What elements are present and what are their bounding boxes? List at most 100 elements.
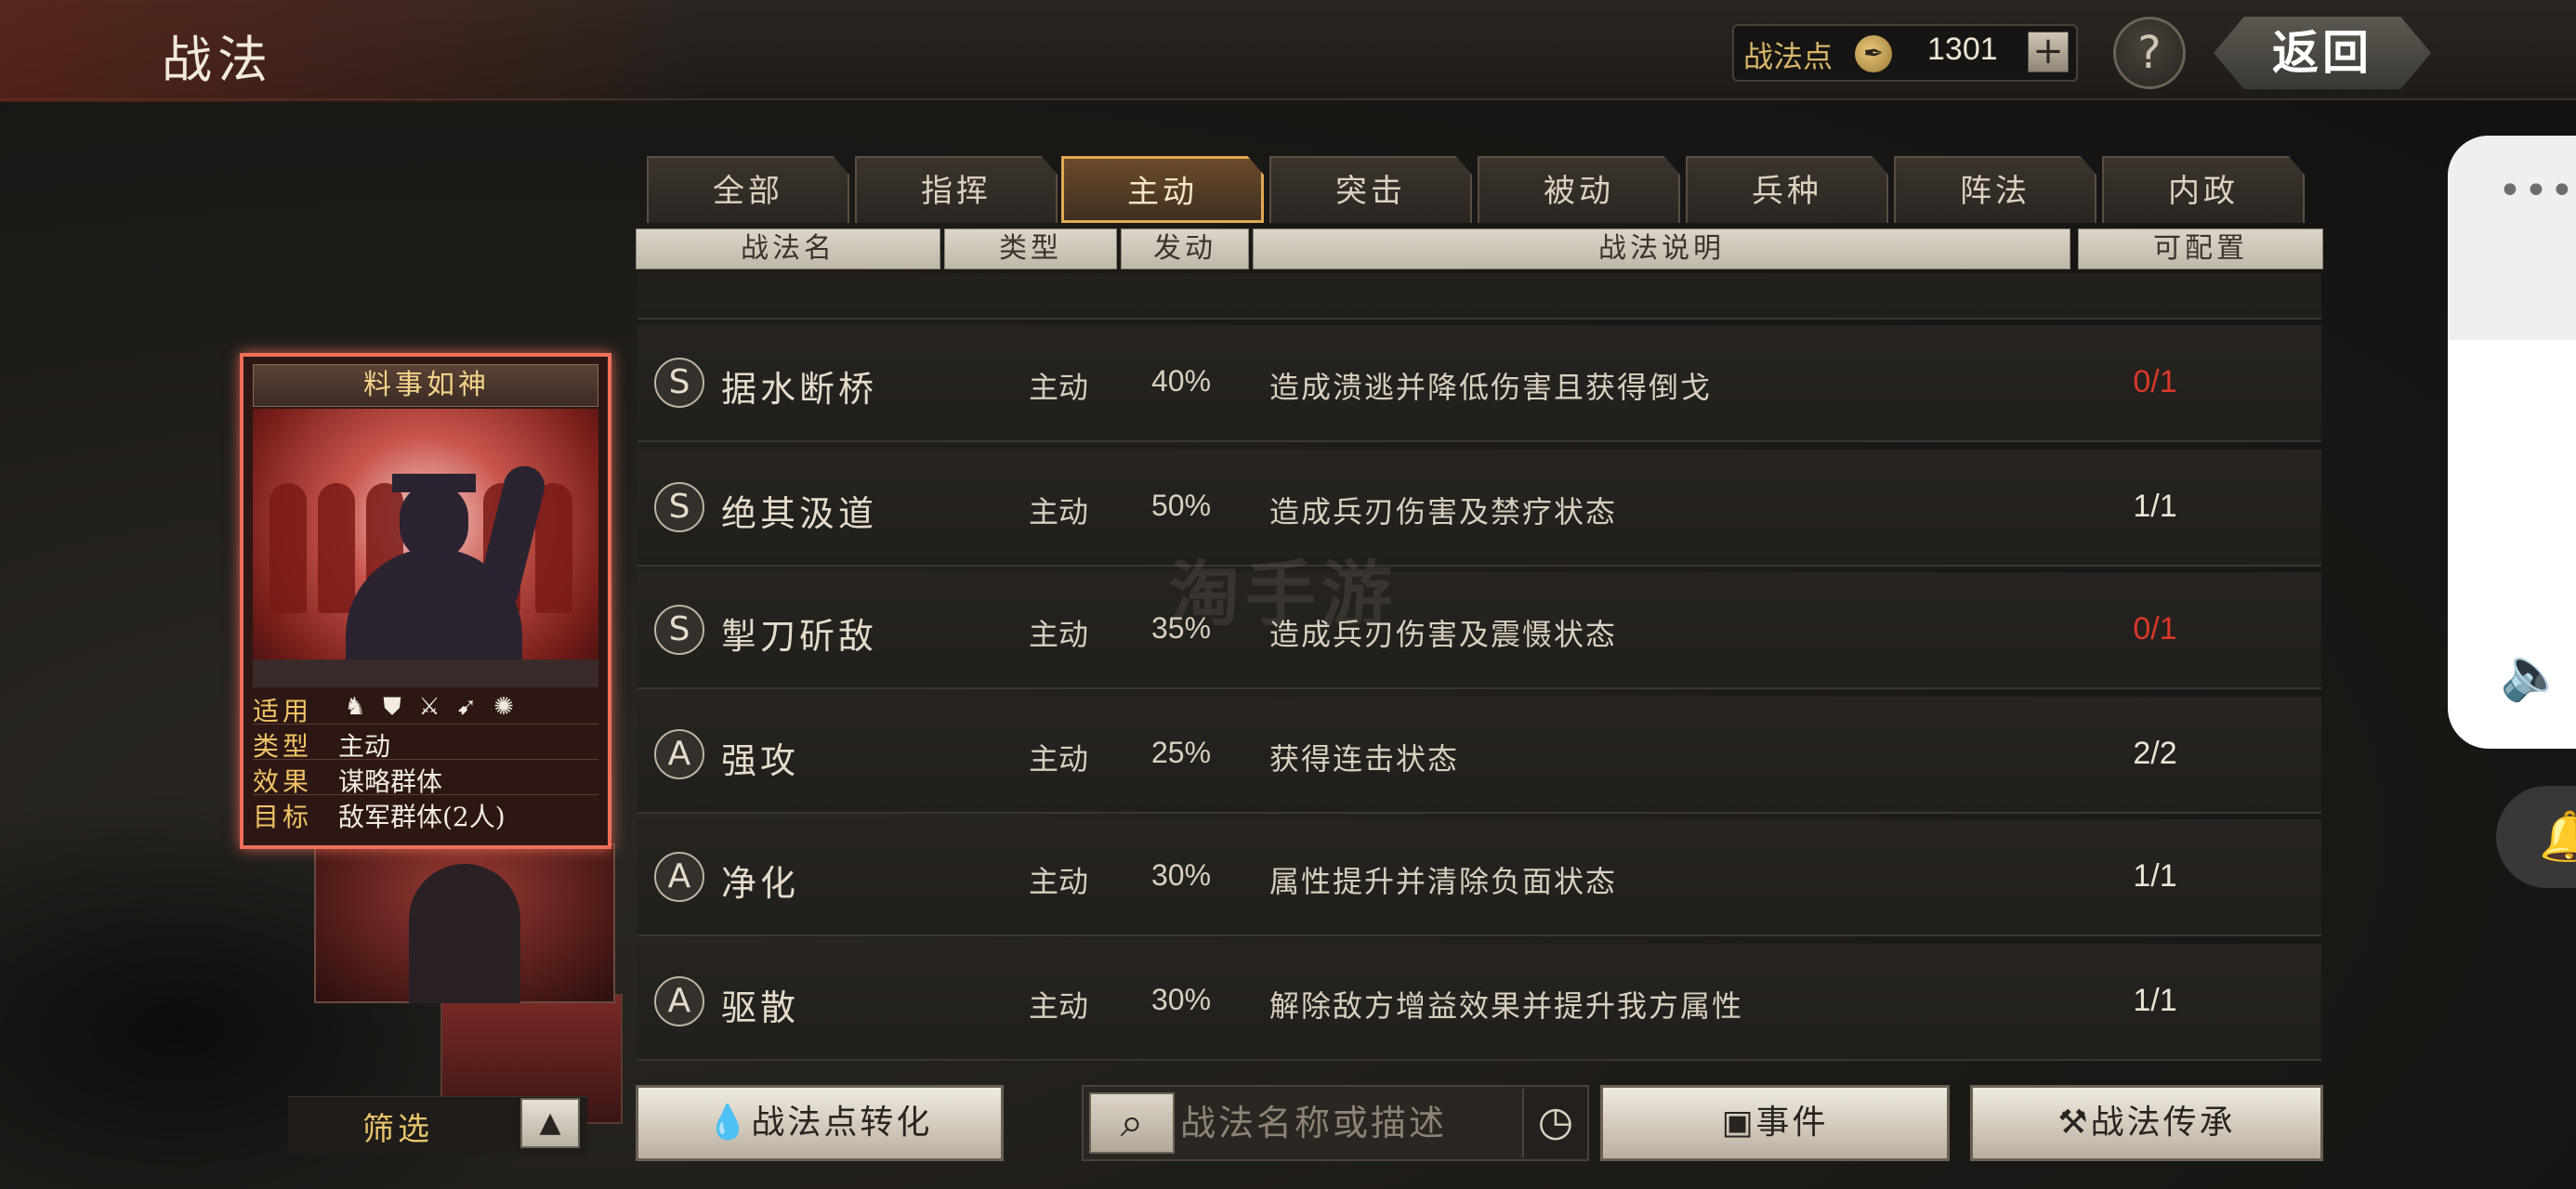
card-apply-label: 适用 — [253, 696, 313, 726]
bell-icon[interactable]: 🔔 — [2539, 808, 2576, 865]
soldier-silhouette — [318, 483, 355, 613]
filter-label[interactable]: 筛选 — [362, 1104, 433, 1149]
card-apply-row: 适用 ♞ ⛊ ⚔ ➹ ✺ — [253, 689, 598, 726]
tab-all[interactable]: 全部 — [647, 156, 849, 223]
event-label: 事件 — [1755, 1104, 1829, 1142]
strategist-head — [400, 483, 468, 561]
tab-formation[interactable]: 阵法 — [1894, 156, 2096, 223]
help-button[interactable]: ? — [2113, 17, 2186, 89]
card-type-value: 主动 — [338, 731, 391, 762]
tactic-name: 强攻 — [721, 740, 800, 781]
card-target-row: 目标 敌军群体(2人) — [253, 795, 598, 832]
grade-badge: S — [654, 358, 704, 408]
tactic-rate: 50% — [1150, 489, 1212, 522]
shield-icon: ⛊ — [383, 693, 401, 721]
table-row[interactable]: A 强攻 主动 25% 获得连击状态 2/2 — [637, 697, 2321, 814]
soldier-silhouette — [269, 483, 307, 613]
tactic-type: 主动 — [1028, 370, 1088, 405]
clock-icon[interactable]: ◷ — [1522, 1089, 1587, 1157]
tab-troop[interactable]: 兵种 — [1686, 156, 1888, 223]
search-icon[interactable]: ⌕ — [1089, 1092, 1175, 1154]
page-title: 战法 — [162, 31, 273, 89]
tab-domestic[interactable]: 内政 — [2102, 156, 2305, 223]
tactic-configurable: 1/1 — [2133, 489, 2177, 524]
card-target-label: 目标 — [253, 802, 313, 832]
filter-toggle-button[interactable]: ▲ — [520, 1098, 580, 1148]
tactic-description: 获得连击状态 — [1269, 741, 1460, 777]
event-button[interactable]: ▣事件 — [1600, 1085, 1950, 1161]
card-title-bar: 料事如神 — [253, 364, 598, 407]
table-row-partial[interactable] — [637, 273, 2321, 320]
tab-assault[interactable]: 突击 — [1269, 156, 1472, 223]
tactic-list[interactable]: S 据水断桥 主动 40% 造成溃逃并降低伤害且获得倒戈 0/1 S 绝其汲道 … — [637, 273, 2321, 1065]
card-type-row: 类型 主动 — [253, 725, 598, 762]
tactic-configurable: 2/2 — [2133, 736, 2177, 771]
feather-coin-icon: ✒ — [1855, 35, 1892, 72]
inherit-button[interactable]: ⚒战法传承 — [1970, 1085, 2323, 1161]
card-artwork — [253, 409, 598, 687]
tactic-type: 主动 — [1028, 494, 1088, 529]
grade-badge: A — [654, 729, 704, 779]
tactic-description: 属性提升并清除负面状态 — [1269, 864, 1618, 899]
tactic-rate: 30% — [1150, 983, 1212, 1016]
tab-active[interactable]: 主动 — [1061, 156, 1264, 223]
card-effect-value: 谋略群体 — [338, 766, 443, 797]
tactic-configurable: 1/1 — [2133, 858, 2177, 894]
convert-points-button[interactable]: 💧战法点转化 — [636, 1085, 1004, 1161]
tactic-rate: 40% — [1150, 364, 1212, 398]
card-effect-row: 效果 谋略群体 — [253, 760, 598, 797]
back-button[interactable]: 返回 — [2214, 17, 2431, 89]
card-type-label: 类型 — [253, 731, 313, 762]
tactic-rate: 25% — [1150, 736, 1212, 769]
tactic-card[interactable]: 料事如神 适用 ♞ ⛊ ⚔ ➹ ✺ 类型 主动 效果 谋略群体 目标 敌军群体(… — [240, 353, 611, 849]
inherit-label: 战法传承 — [2090, 1104, 2236, 1142]
tactic-name: 净化 — [721, 863, 800, 904]
card-info: 适用 ♞ ⛊ ⚔ ➹ ✺ 类型 主动 效果 谋略群体 目标 敌军群体(2人) — [253, 689, 598, 838]
column-header-name[interactable]: 战法名 — [636, 229, 940, 269]
card-title: 料事如神 — [363, 369, 490, 401]
tab-command[interactable]: 指挥 — [855, 156, 1058, 223]
tactic-configurable: 0/1 — [2133, 611, 2177, 647]
card-silhouette — [409, 864, 520, 1003]
tactic-type: 主动 — [1028, 741, 1088, 777]
column-header-rate[interactable]: 发动 — [1121, 229, 1249, 269]
speaker-icon[interactable]: 🔈 — [2500, 643, 2565, 704]
tactic-type: 主动 — [1028, 988, 1088, 1024]
side-panel-header — [2448, 136, 2576, 340]
tactic-description: 造成溃逃并降低伤害且获得倒戈 — [1269, 370, 1713, 405]
tactic-name: 掣刀斫敌 — [721, 616, 878, 657]
column-header-configurable[interactable]: 可配置 — [2078, 229, 2323, 269]
tactic-description: 解除敌方增益效果并提升我方属性 — [1269, 988, 1744, 1024]
grade-badge: S — [654, 605, 704, 655]
crossed-bows-icon: ⚔ — [418, 693, 440, 721]
wheel-icon: ✺ — [493, 693, 514, 721]
tactic-name: 绝其汲道 — [721, 493, 878, 534]
tactic-type: 主动 — [1028, 864, 1088, 899]
grade-badge: A — [654, 852, 704, 902]
tab-passive[interactable]: 被动 — [1478, 156, 1680, 223]
tactic-rate: 30% — [1150, 858, 1212, 892]
grade-badge: S — [654, 482, 704, 532]
tactic-points-label: 战法点 — [1743, 39, 1833, 74]
table-row[interactable]: S 掣刀斫敌 主动 35% 造成兵刃伤害及震慑状态 0/1 — [637, 572, 2321, 689]
drop-icon: 💧 — [706, 1104, 752, 1142]
add-points-button[interactable]: + — [2028, 32, 2069, 72]
more-icon[interactable]: ••• — [2498, 167, 2576, 215]
watermark: 淘手游 — [1169, 553, 1398, 635]
spear-icon: ➹ — [456, 693, 477, 721]
table-row[interactable]: A 净化 主动 30% 属性提升并清除负面状态 1/1 — [637, 819, 2321, 936]
table-row[interactable]: S 绝其汲道 主动 50% 造成兵刃伤害及禁疗状态 1/1 — [637, 450, 2321, 567]
grade-badge: A — [654, 976, 704, 1026]
table-row[interactable]: S 据水断桥 主动 40% 造成溃逃并降低伤害且获得倒戈 0/1 — [637, 325, 2321, 442]
table-row[interactable]: A 驱散 主动 30% 解除敌方增益效果并提升我方属性 1/1 — [637, 944, 2321, 1061]
tactic-points-value: 1301 — [1927, 32, 1998, 67]
column-header-type[interactable]: 类型 — [944, 229, 1117, 269]
card-stack-middle — [314, 843, 615, 1003]
search-input[interactable] — [1180, 1092, 1515, 1154]
column-header-description: 战法说明 — [1253, 229, 2070, 269]
city-wall — [253, 660, 598, 687]
hammer-icon: ⚒ — [2057, 1104, 2091, 1142]
tactic-name: 据水断桥 — [721, 369, 878, 410]
tactic-description: 造成兵刃伤害及禁疗状态 — [1269, 494, 1618, 529]
cavalry-icon: ♞ — [344, 693, 366, 721]
